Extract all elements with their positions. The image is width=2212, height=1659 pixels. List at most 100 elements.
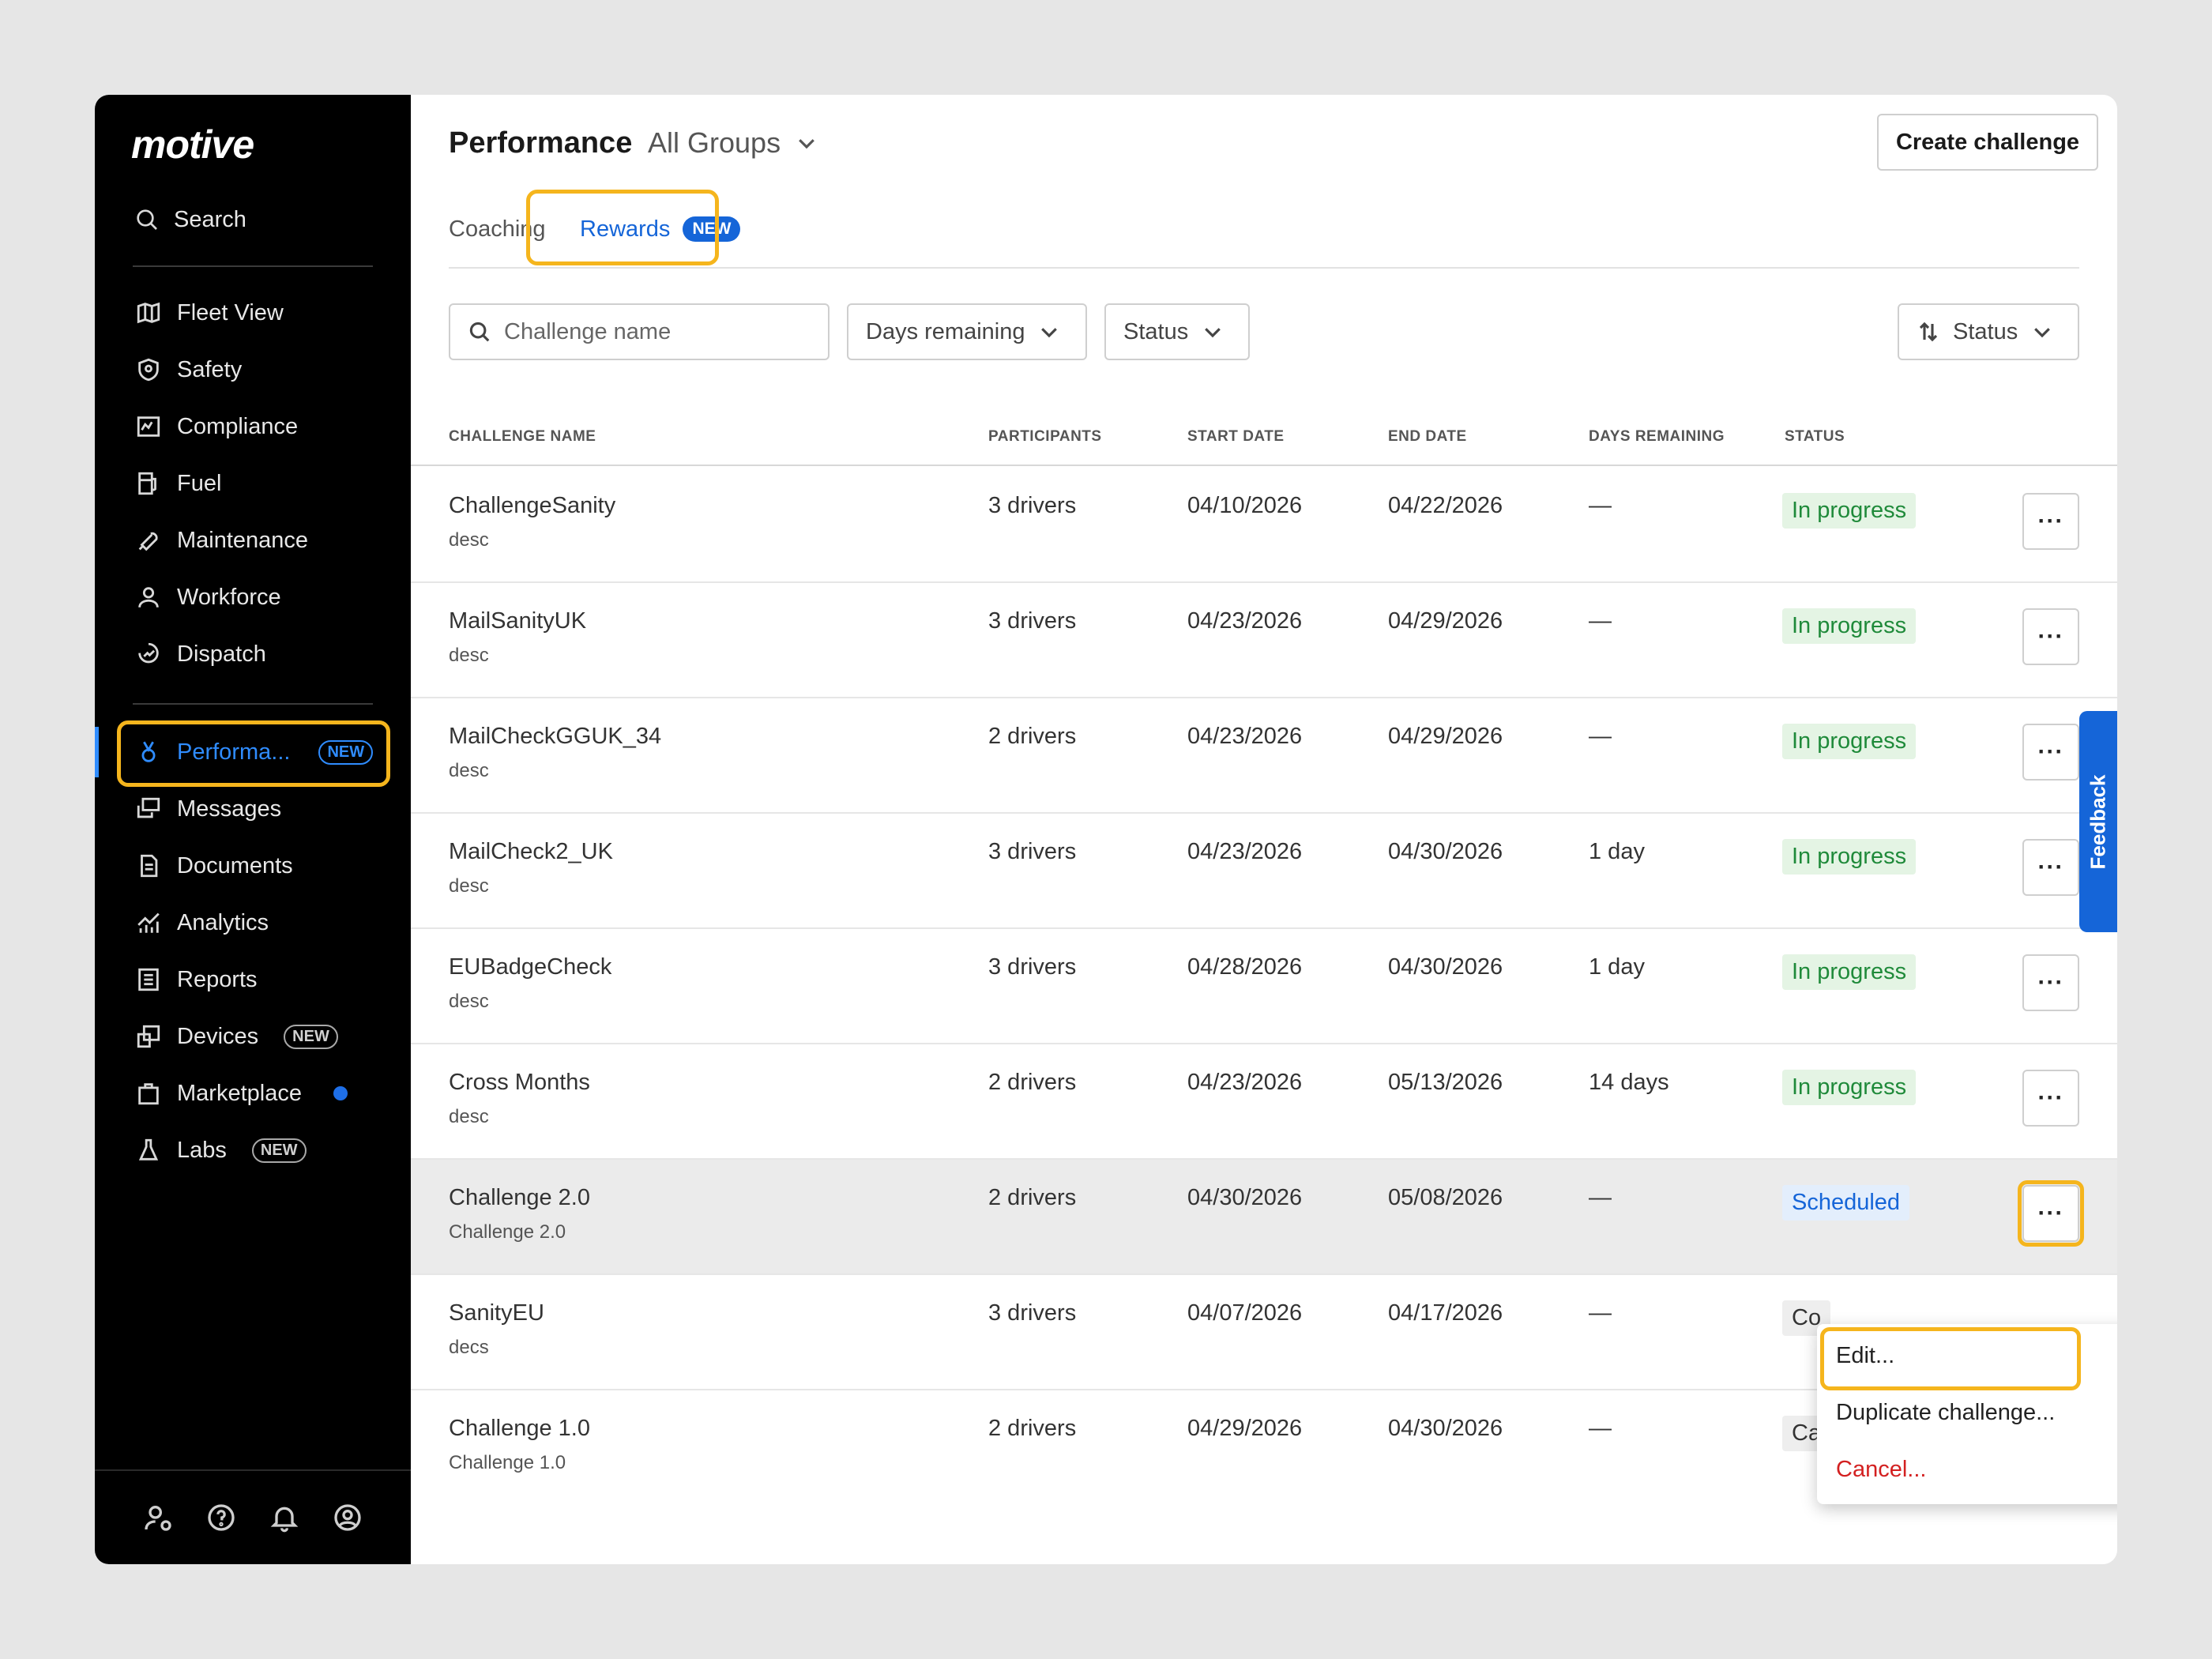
sidebar-item-label: Messages <box>177 796 282 822</box>
sidebar-item-dispatch[interactable]: Dispatch <box>95 626 411 683</box>
feedback-tab[interactable]: Feedback <box>2079 711 2117 932</box>
group-selector[interactable]: All Groups <box>648 126 818 160</box>
bell-icon[interactable] <box>269 1502 300 1533</box>
start-date: 04/23/2026 <box>1187 608 1303 634</box>
reports-icon <box>134 965 163 994</box>
help-icon[interactable] <box>205 1502 237 1533</box>
sidebar-search[interactable]: Search <box>134 196 395 243</box>
filter-label: Status <box>1123 318 1189 344</box>
more-actions-button[interactable]: ··· <box>2022 1070 2079 1127</box>
end-date: 05/13/2026 <box>1388 1070 1503 1095</box>
sidebar-item-performance[interactable]: Performa... NEW <box>95 720 411 787</box>
sidebar-nav-top: Fleet View Safety Compliance Fuel Mainte… <box>95 284 411 683</box>
more-actions-button[interactable]: ··· <box>2022 954 2079 1011</box>
map-icon <box>134 299 163 327</box>
start-date: 04/23/2026 <box>1187 839 1303 864</box>
sidebar-item-label: Labs <box>177 1137 227 1163</box>
more-actions-button[interactable]: ··· <box>2022 1185 2079 1242</box>
start-date: 04/30/2026 <box>1187 1185 1303 1210</box>
end-date: 04/29/2026 <box>1388 724 1503 749</box>
sidebar-item-analytics[interactable]: Analytics <box>95 894 411 951</box>
bag-icon <box>134 1079 163 1108</box>
sidebar-item-label: Documents <box>177 852 293 878</box>
end-date: 04/17/2026 <box>1388 1300 1503 1326</box>
create-challenge-button[interactable]: Create challenge <box>1877 114 2098 171</box>
dispatch-icon <box>134 640 163 668</box>
chevron-down-icon <box>1041 328 1058 338</box>
column-header-end-date[interactable]: END DATE <box>1388 428 1467 446</box>
menu-item-duplicate[interactable]: Duplicate challenge... <box>1836 1400 2055 1426</box>
sidebar-item-safety[interactable]: Safety <box>95 341 411 398</box>
user-settings-icon[interactable] <box>142 1502 174 1533</box>
column-header-participants[interactable]: PARTICIPANTS <box>988 428 1102 446</box>
table-row[interactable]: MailCheckGGUK_34 desc 2 drivers 04/23/20… <box>411 698 2117 814</box>
table-row[interactable]: ChallengeSanity desc 3 drivers 04/10/202… <box>411 468 2117 583</box>
challenge-desc: desc <box>449 875 489 897</box>
sidebar-item-messages[interactable]: Messages <box>95 781 411 837</box>
feedback-label: Feedback <box>2086 774 2110 869</box>
sidebar-item-documents[interactable]: Documents <box>95 837 411 894</box>
sidebar-item-devices[interactable]: Devices NEW <box>95 1008 411 1065</box>
sidebar-item-marketplace[interactable]: Marketplace <box>95 1065 411 1122</box>
participants: 2 drivers <box>988 1185 1077 1210</box>
devices-icon <box>134 1022 163 1051</box>
sidebar-item-reports[interactable]: Reports <box>95 951 411 1008</box>
column-header-start-date[interactable]: START DATE <box>1187 428 1285 446</box>
compliance-icon <box>134 412 163 441</box>
account-icon[interactable] <box>332 1502 363 1533</box>
column-header-days-remaining[interactable]: DAYS REMAINING <box>1589 428 1725 446</box>
search-placeholder: Challenge name <box>504 318 672 344</box>
sidebar-item-compliance[interactable]: Compliance <box>95 398 411 455</box>
participants: 2 drivers <box>988 724 1077 749</box>
table-row[interactable]: Cross Months desc 2 drivers 04/23/2026 0… <box>411 1044 2117 1160</box>
days-remaining: 14 days <box>1589 1070 1669 1095</box>
days-remaining: — <box>1589 608 1612 634</box>
sidebar-item-maintenance[interactable]: Maintenance <box>95 512 411 569</box>
more-actions-button[interactable]: ··· <box>2022 608 2079 665</box>
challenge-search-input[interactable]: Challenge name <box>449 303 830 360</box>
table-row-selected[interactable]: Challenge 2.0 Challenge 2.0 2 drivers 04… <box>411 1160 2117 1275</box>
participants: 3 drivers <box>988 954 1077 980</box>
wrench-icon <box>134 526 163 555</box>
end-date: 05/08/2026 <box>1388 1185 1503 1210</box>
challenge-name: Cross Months <box>449 1070 590 1095</box>
challenge-desc: decs <box>449 1337 489 1358</box>
days-remaining: — <box>1589 1300 1612 1326</box>
group-label: All Groups <box>648 126 781 159</box>
notification-dot <box>333 1086 348 1100</box>
sidebar-nav-bottom: Performa... NEW Messages Documents Analy… <box>95 720 411 1179</box>
sidebar-item-fleet-view[interactable]: Fleet View <box>95 284 411 341</box>
end-date: 04/22/2026 <box>1388 493 1503 518</box>
more-actions-button[interactable]: ··· <box>2022 839 2079 896</box>
days-remaining: 1 day <box>1589 839 1645 864</box>
challenge-name: SanityEU <box>449 1300 544 1326</box>
sidebar-item-workforce[interactable]: Workforce <box>95 569 411 626</box>
sidebar-divider <box>133 265 373 267</box>
status-filter[interactable]: Status <box>1104 303 1250 360</box>
motive-logo[interactable]: motive <box>131 122 254 167</box>
more-actions-button[interactable]: ··· <box>2022 724 2079 781</box>
sidebar: motive Search Fleet View Safety Complian… <box>95 95 411 1564</box>
sort-dropdown[interactable]: Status <box>1898 303 2079 360</box>
challenge-name: Challenge 1.0 <box>449 1416 590 1441</box>
column-header-status[interactable]: STATUS <box>1785 428 1845 446</box>
sidebar-search-label: Search <box>174 206 246 232</box>
more-actions-button[interactable]: ··· <box>2022 493 2079 550</box>
menu-item-edit[interactable]: Edit... <box>1836 1343 1894 1369</box>
end-date: 04/30/2026 <box>1388 839 1503 864</box>
row-actions-menu: Edit... Duplicate challenge... Cancel... <box>1817 1324 2117 1504</box>
shield-icon <box>134 356 163 384</box>
column-header-name[interactable]: CHALLENGE NAME <box>449 428 596 446</box>
table-row[interactable]: EUBadgeCheck desc 3 drivers 04/28/2026 0… <box>411 929 2117 1044</box>
sidebar-item-fuel[interactable]: Fuel <box>95 455 411 512</box>
table-row[interactable]: MailSanityUK desc 3 drivers 04/23/2026 0… <box>411 583 2117 698</box>
challenge-desc: desc <box>449 529 489 551</box>
sidebar-item-label: Workforce <box>177 584 281 610</box>
days-remaining-filter[interactable]: Days remaining <box>847 303 1087 360</box>
sidebar-item-labs[interactable]: Labs NEW <box>95 1122 411 1179</box>
menu-item-cancel[interactable]: Cancel... <box>1836 1457 1926 1483</box>
challenge-desc: desc <box>449 645 489 666</box>
status-badge: In progress <box>1782 1070 1917 1105</box>
page-title: Performance <box>449 126 633 160</box>
table-row[interactable]: MailCheck2_UK desc 3 drivers 04/23/2026 … <box>411 814 2117 929</box>
